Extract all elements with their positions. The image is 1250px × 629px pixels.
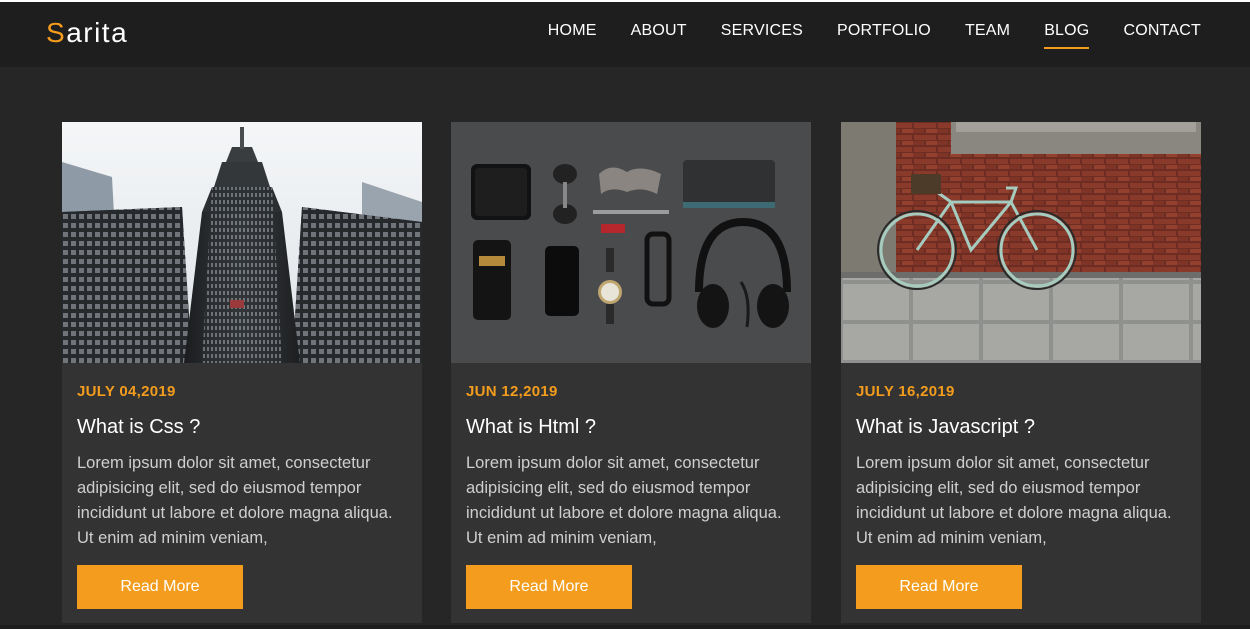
post-date: JULY 16,2019	[856, 383, 955, 400]
post-title[interactable]: What is Html ?	[466, 416, 596, 439]
read-more-button[interactable]: Read More	[77, 565, 243, 609]
nav-item-blog[interactable]: BLOG	[1044, 22, 1090, 49]
blog-card: JUN 12,2019 What is Html ? Lorem ipsum d…	[451, 122, 811, 623]
read-more-button[interactable]: Read More	[856, 565, 1022, 609]
post-excerpt: Lorem ipsum dolor sit amet, consectetur …	[856, 454, 1172, 547]
post-excerpt: Lorem ipsum dolor sit amet, consectetur …	[466, 454, 782, 547]
blog-card: JULY 04,2019 What is Css ? Lorem ipsum d…	[62, 122, 422, 623]
nav-item-about[interactable]: ABOUT	[631, 22, 687, 49]
nav-item-home[interactable]: HOME	[548, 22, 597, 49]
bottom-border	[0, 625, 1250, 629]
post-image-bicycle[interactable]	[841, 122, 1201, 363]
post-date: JULY 04,2019	[77, 383, 176, 400]
brand-logo-rest: arita	[66, 17, 129, 48]
read-more-button[interactable]: Read More	[466, 565, 632, 609]
nav-item-services[interactable]: SERVICES	[721, 22, 803, 49]
nav-item-contact[interactable]: CONTACT	[1123, 22, 1201, 49]
blog-card: JULY 16,2019 What is Javascript ? Lorem …	[841, 122, 1201, 623]
post-image-skyscraper[interactable]	[62, 122, 422, 363]
navbar: Sarita HOME ABOUT SERVICES PORTFOLIO TEA…	[0, 2, 1250, 67]
post-excerpt: Lorem ipsum dolor sit amet, consectetur …	[77, 454, 393, 547]
post-date: JUN 12,2019	[466, 383, 558, 400]
main-nav: HOME ABOUT SERVICES PORTFOLIO TEAM BLOG …	[514, 22, 1201, 49]
nav-item-team[interactable]: TEAM	[965, 22, 1010, 49]
nav-item-portfolio[interactable]: PORTFOLIO	[837, 22, 931, 49]
brand-logo[interactable]: Sarita	[46, 17, 128, 49]
post-title[interactable]: What is Css ?	[77, 416, 200, 439]
post-image-accessories[interactable]	[451, 122, 811, 363]
brand-logo-first-letter: S	[46, 17, 67, 48]
post-title[interactable]: What is Javascript ?	[856, 416, 1035, 439]
